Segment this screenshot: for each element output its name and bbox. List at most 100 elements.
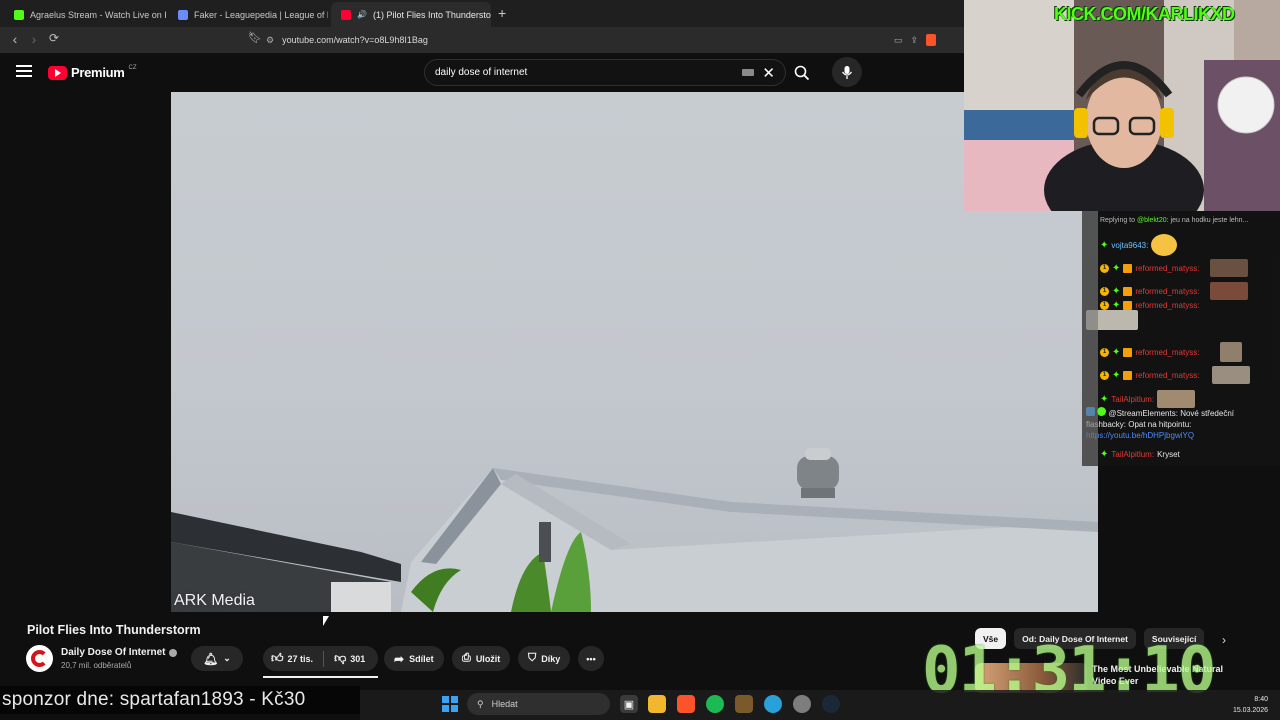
channel-avatar[interactable]: [26, 645, 53, 672]
emote-icon: [1220, 342, 1243, 362]
spotify-icon[interactable]: [706, 695, 724, 713]
brave-browser-icon[interactable]: [677, 695, 695, 713]
app-icon[interactable]: [735, 695, 753, 713]
settings-app-icon[interactable]: [793, 695, 811, 713]
bell-icon: 🔔︎: [203, 651, 219, 666]
star-badge-icon: ✦: [1112, 262, 1121, 274]
chat-message: ✦ TailAlpitlum:: [1100, 390, 1196, 408]
chat-scrollbar[interactable]: [1082, 211, 1098, 466]
star-badge-icon: ✦: [1112, 285, 1121, 297]
reply-user: @blekt20:: [1136, 217, 1169, 224]
kick-favicon-icon: [14, 9, 24, 20]
like-icon[interactable]: 👍︎: [271, 651, 284, 666]
gift-badge-icon: [1123, 263, 1133, 273]
ccleaner-icon[interactable]: [764, 695, 782, 713]
tab-youtube-active[interactable]: 🔊 (1) Pilot Flies Into Thunderstorm ✕: [331, 2, 491, 27]
like-dislike-group: 👍︎ 27 tis. 👎︎ 301: [263, 646, 378, 671]
tab-title: Agraelus Stream - Watch Live on Kick: [30, 9, 166, 20]
share-icon[interactable]: ⇪: [910, 35, 918, 46]
taskbar-clock[interactable]: 8:40 15.03.2026: [1210, 694, 1268, 716]
search-icon: [794, 65, 810, 80]
search-box[interactable]: daily dose of internet ✕: [424, 59, 786, 86]
youtube-premium-logo[interactable]: Premium CZ: [48, 65, 137, 80]
sponsor-banner: sponzor dne: spartafan1893 - Kč30: [0, 686, 360, 714]
emote-icon: [1210, 282, 1249, 300]
chat-reply-preview: Replying to @blekt20: jeu na hodku jeste…: [1100, 217, 1248, 224]
like-count[interactable]: 27 tis.: [288, 654, 314, 664]
youtube-play-icon: [48, 65, 67, 80]
chat-message: 1 ✦ reformed_matyss:: [1100, 282, 1249, 300]
clear-search-icon[interactable]: ✕: [762, 64, 775, 82]
search-icon: ⚲: [477, 698, 484, 709]
chat-username: @StreamElements:: [1108, 409, 1178, 418]
more-actions-button[interactable]: •••: [578, 646, 604, 671]
save-label: Uložit: [475, 653, 501, 664]
star-badge-icon: ✦: [1100, 393, 1109, 405]
chat-message: 1 ✦ reformed_matyss:: [1100, 259, 1249, 277]
dislike-icon[interactable]: 👎︎: [334, 651, 346, 666]
chat-username: reformed_matyss:: [1135, 347, 1200, 357]
cast-icon[interactable]: ▭: [894, 35, 903, 46]
thanks-icon: ⛉: [528, 652, 537, 664]
forward-icon[interactable]: ›: [25, 31, 43, 47]
hamburger-menu-icon[interactable]: [16, 65, 32, 77]
tab-kick[interactable]: Agraelus Stream - Watch Live on Kick: [4, 2, 166, 27]
star-badge-icon: ✦: [1112, 369, 1121, 381]
voice-search-button[interactable]: [832, 57, 862, 87]
task-view-icon[interactable]: ▣: [620, 695, 638, 713]
browser-tab-strip: Agraelus Stream - Watch Live on Kick Fak…: [0, 0, 964, 27]
video-player[interactable]: ARK Media: [171, 92, 1098, 612]
chevron-down-icon: ⌄: [223, 653, 231, 663]
thanks-label: Díky: [541, 653, 561, 664]
search-button[interactable]: [786, 59, 818, 86]
thanks-button[interactable]: ⛉ Díky: [518, 646, 571, 671]
chevron-right-icon[interactable]: ›: [1222, 633, 1226, 647]
save-button[interactable]: ⎙ Uložit: [452, 646, 511, 671]
back-icon[interactable]: ‹: [6, 31, 24, 47]
file-explorer-icon[interactable]: [648, 695, 666, 713]
chat-link[interactable]: https://youtu.be/hDHPjbgwiYQ: [1086, 431, 1194, 440]
chat-username: reformed_matyss:: [1135, 370, 1200, 380]
more-icon: •••: [586, 653, 596, 664]
chat-message: 1 ✦ reformed_matyss:: [1100, 366, 1251, 384]
new-tab-button[interactable]: +: [498, 5, 506, 21]
reply-text: jeu na hodku jeste lehn...: [1170, 217, 1249, 224]
youtube-favicon-icon: [341, 9, 351, 20]
star-badge-icon: ✦: [1100, 239, 1109, 251]
mouse-cursor-icon: [323, 616, 329, 626]
bookmark-icon[interactable]: 🔖︎: [246, 31, 264, 44]
emote-icon: [1151, 234, 1178, 256]
chat-message: @StreamElements: Nové středeční flashbac…: [1086, 407, 1276, 441]
chat-username: reformed_matyss:: [1135, 301, 1200, 310]
reload-icon[interactable]: ⟳: [45, 31, 63, 45]
steam-icon[interactable]: [822, 695, 840, 713]
address-bar[interactable]: ⚙︎ youtube.com/watch?v=o8L9h8I1Bag ▭ ⇪: [266, 30, 936, 50]
microphone-icon: [841, 65, 853, 79]
notification-bell-button[interactable]: 🔔︎ ⌄: [191, 646, 243, 671]
brave-shield-icon[interactable]: [926, 34, 936, 46]
chat-message: ✦ TailAlpitlum: Kryset: [1100, 449, 1180, 460]
youtube-header: Premium CZ daily dose of internet ✕: [0, 53, 964, 92]
dislike-count[interactable]: 301: [350, 654, 365, 664]
chat-username: reformed_matyss:: [1135, 263, 1200, 273]
sub-badge-icon: 1: [1100, 370, 1109, 380]
tab-leaguepedia[interactable]: Faker - Leaguepedia | League of Lege: [168, 2, 328, 27]
chat-username: TailAlpitlum:: [1111, 450, 1155, 459]
share-button[interactable]: ➦ Sdílet: [384, 646, 444, 671]
search-input[interactable]: daily dose of internet: [435, 67, 742, 78]
verified-badge-icon: [1097, 407, 1107, 416]
star-badge-icon: ✦: [1112, 346, 1121, 358]
video-frame: [171, 448, 1098, 612]
sub-badge-icon: 1: [1100, 286, 1109, 296]
kick-channel-url: KICK.COM/KARLIKXD: [1054, 4, 1235, 24]
clock-date: 15.03.2026: [1232, 707, 1268, 714]
star-badge-icon: ✦: [1100, 449, 1109, 460]
windows-start-icon[interactable]: [442, 696, 458, 712]
gift-badge-icon: [1123, 370, 1133, 380]
channel-name[interactable]: Daily Dose Of Internet: [61, 647, 178, 658]
keyboard-icon[interactable]: [742, 69, 755, 76]
taskbar-search[interactable]: ⚲ Hledat: [467, 693, 610, 715]
site-settings-icon[interactable]: ⚙︎: [266, 35, 274, 46]
sub-badge-icon: 1: [1100, 301, 1109, 310]
stream-chat: Replying to @blekt20: jeu na hodku jeste…: [1082, 211, 1280, 466]
